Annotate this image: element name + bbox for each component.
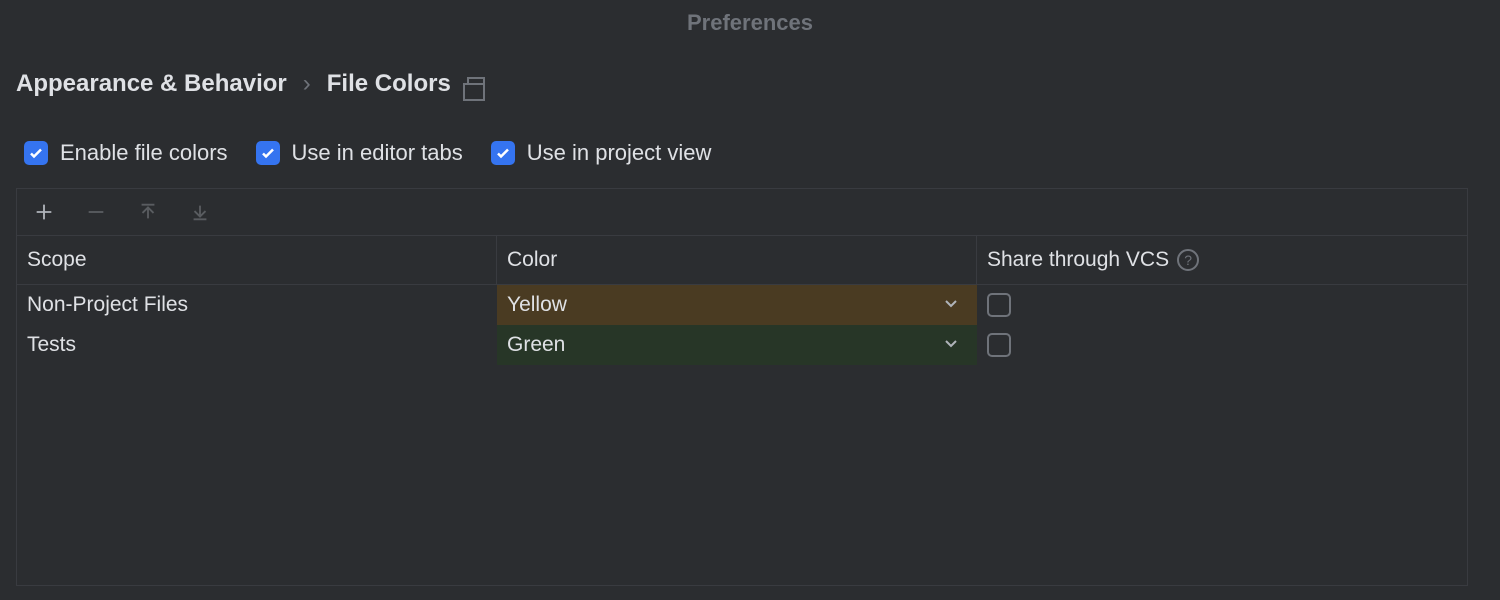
help-icon[interactable]: ? (1177, 249, 1199, 271)
breadcrumb-parent[interactable]: Appearance & Behavior (16, 70, 287, 98)
share-vcs-checkbox[interactable] (987, 333, 1011, 357)
enable-file-colors-checkbox[interactable]: Enable file colors (24, 140, 228, 166)
scope-cell[interactable]: Non-Project Files (17, 285, 497, 325)
breadcrumb-separator: › (303, 70, 311, 98)
column-header-share[interactable]: Share through VCS ? (977, 236, 1467, 284)
color-name: Yellow (507, 293, 567, 317)
checkmark-icon (256, 141, 280, 165)
chevron-down-icon (943, 293, 959, 317)
column-header-scope[interactable]: Scope (17, 236, 497, 284)
window-icon (467, 77, 485, 91)
chevron-down-icon (943, 333, 959, 357)
column-header-share-label: Share through VCS (987, 248, 1169, 272)
move-down-button (187, 199, 213, 225)
add-button[interactable] (31, 199, 57, 225)
checkbox-label: Enable file colors (60, 140, 228, 166)
breadcrumb-current: File Colors (327, 70, 451, 98)
file-colors-table: Scope Color Share through VCS ? Non-Proj… (16, 188, 1468, 586)
table-toolbar (17, 189, 1467, 236)
use-in-editor-tabs-checkbox[interactable]: Use in editor tabs (256, 140, 463, 166)
color-cell[interactable]: Yellow (497, 285, 977, 325)
color-name: Green (507, 333, 565, 357)
table-row[interactable]: Tests Green (17, 325, 1467, 365)
move-up-button (135, 199, 161, 225)
share-vcs-cell[interactable] (977, 325, 1467, 365)
checkmark-icon (491, 141, 515, 165)
color-cell[interactable]: Green (497, 325, 977, 365)
checkmark-icon (24, 141, 48, 165)
table-row[interactable]: Non-Project Files Yellow (17, 285, 1467, 325)
checkbox-label: Use in project view (527, 140, 712, 166)
share-vcs-checkbox[interactable] (987, 293, 1011, 317)
share-vcs-cell[interactable] (977, 285, 1467, 325)
scope-cell[interactable]: Tests (17, 325, 497, 365)
column-header-color[interactable]: Color (497, 236, 977, 284)
remove-button (83, 199, 109, 225)
use-in-project-view-checkbox[interactable]: Use in project view (491, 140, 712, 166)
checkbox-label: Use in editor tabs (292, 140, 463, 166)
window-title: Preferences (0, 10, 1500, 36)
breadcrumb: Appearance & Behavior › File Colors (16, 70, 451, 98)
